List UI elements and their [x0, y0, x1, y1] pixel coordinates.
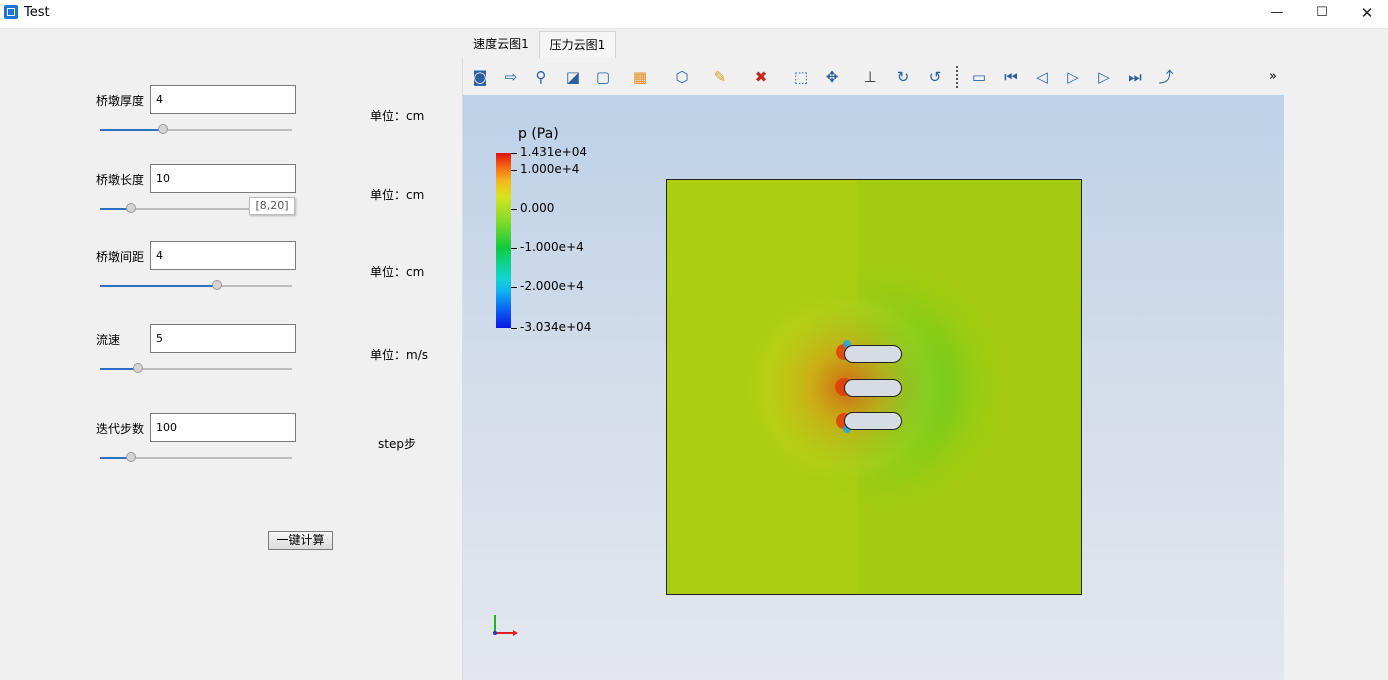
render-area[interactable]: p (Pa) 1.431e+04 1.000e+4 0.000 -1.000e+…	[463, 95, 1284, 680]
orientation-axes-icon	[491, 611, 521, 637]
rotate-ccw-icon[interactable]: ↺	[924, 66, 946, 88]
legend-label: -2.000e+4	[520, 279, 584, 293]
loop-icon[interactable]: ⤴	[1155, 66, 1177, 88]
pier-thickness-input[interactable]: 4	[150, 85, 296, 114]
ruler-icon[interactable]: ✖	[750, 66, 772, 88]
bridge-pier-2	[844, 379, 902, 397]
representation-icon[interactable]: ▦	[629, 66, 651, 88]
magic-zoom-icon[interactable]: ⚲	[530, 66, 552, 88]
prev-frame-icon[interactable]: ◁	[1031, 66, 1053, 88]
export-icon[interactable]: ⇨	[500, 66, 522, 88]
color-legend-bar	[496, 153, 511, 328]
pier-spacing-unit: 单位：cm	[370, 265, 425, 279]
app-icon	[4, 5, 18, 19]
legend-label: -1.000e+4	[520, 240, 584, 254]
legend-tick	[511, 287, 517, 288]
legend-title: p (Pa)	[518, 126, 559, 142]
legend-tick	[511, 209, 517, 210]
glyph-icon[interactable]: ⬡	[671, 66, 693, 88]
bridge-pier-3	[844, 412, 902, 430]
minimize-button[interactable]: —	[1254, 0, 1300, 28]
close-button[interactable]: ✕	[1344, 0, 1388, 28]
legend-label: 1.431e+04	[520, 145, 588, 159]
slider-handle[interactable]	[126, 452, 136, 462]
legend-tick	[511, 328, 517, 329]
next-frame-icon[interactable]: ▷	[1093, 66, 1115, 88]
flow-velocity-input[interactable]: 5	[150, 324, 296, 353]
slider-handle[interactable]	[158, 124, 168, 134]
compute-button[interactable]: 一键计算	[268, 531, 333, 550]
slider-handle[interactable]	[126, 203, 136, 213]
camera-icon[interactable]: ◙	[469, 66, 491, 88]
window-title: Test	[24, 5, 50, 20]
pier-length-unit: 单位：cm	[370, 188, 425, 202]
flow-velocity-unit: 单位：m/s	[370, 348, 428, 362]
parameter-panel: 桥墩厚度 4 单位：cm 桥墩长度 10 单位：cm 桥墩间距 4 单位：cm …	[0, 29, 460, 680]
iteration-steps-input[interactable]: 100	[150, 413, 296, 442]
pier-length-input[interactable]: 10	[150, 164, 296, 193]
pier-thickness-unit: 单位：cm	[370, 109, 425, 123]
flow-velocity-slider[interactable]	[100, 363, 292, 373]
legend-label: -3.034e+04	[520, 320, 592, 334]
clear-icon[interactable]: ✎	[709, 66, 731, 88]
toolbar-overflow-button[interactable]: »	[1266, 66, 1280, 88]
pier-spacing-slider[interactable]	[100, 280, 292, 290]
video-icon[interactable]: ▭	[968, 66, 990, 88]
iteration-steps-slider[interactable]	[100, 452, 292, 462]
play-icon[interactable]: ▷	[1062, 66, 1084, 88]
zoom-box-icon[interactable]: ⬚	[790, 66, 812, 88]
pier-thickness-label: 桥墩厚度	[96, 94, 145, 108]
zoom-fit-icon[interactable]: ✥	[821, 66, 843, 88]
flow-velocity-label: 流速	[96, 333, 121, 347]
title-bar: Test — ☐ ✕	[0, 0, 1388, 29]
last-frame-icon[interactable]: ⏭	[1124, 66, 1146, 88]
pier-spacing-input[interactable]: 4	[150, 241, 296, 270]
rotate-cw-icon[interactable]: ↻	[892, 66, 914, 88]
iteration-steps-unit: step步	[378, 437, 416, 451]
legend-label: 1.000e+4	[520, 162, 580, 176]
tab-pressure-contour[interactable]: 压力云图1	[539, 31, 616, 58]
slider-range-tooltip: [8,20]	[249, 197, 295, 215]
slider-handle[interactable]	[212, 280, 222, 290]
view-toolbar: ◙ ⇨ ⚲ ◪ ▢ ▦ ⬡ ✎ ✖ ⬚ ✥ ⊥ ↻ ↺ ▭ ⏮ ◁ ▷ ▷ ⏭ …	[463, 58, 1284, 94]
iteration-steps-label: 迭代步数	[96, 422, 145, 436]
reset-view-icon[interactable]: ◪	[562, 66, 584, 88]
slider-fill	[100, 285, 217, 287]
toolbar-separator	[956, 66, 959, 88]
tab-velocity-contour[interactable]: 速度云图1	[463, 31, 539, 58]
frame-icon[interactable]: ▢	[592, 66, 614, 88]
legend-tick	[511, 170, 517, 171]
legend-tick	[511, 248, 517, 249]
render-viewer: ◙ ⇨ ⚲ ◪ ▢ ▦ ⬡ ✎ ✖ ⬚ ✥ ⊥ ↻ ↺ ▭ ⏮ ◁ ▷ ▷ ⏭ …	[462, 58, 1284, 680]
pier-length-label: 桥墩长度	[96, 173, 145, 187]
first-frame-icon[interactable]: ⏮	[1000, 66, 1022, 88]
bridge-pier-1	[844, 345, 902, 363]
pier-thickness-slider[interactable]	[100, 124, 292, 134]
legend-tick	[511, 153, 517, 154]
legend-label: 0.000	[520, 201, 555, 215]
slider-fill	[100, 129, 163, 131]
slider-handle[interactable]	[133, 363, 143, 373]
maximize-button[interactable]: ☐	[1299, 0, 1345, 28]
pier-spacing-label: 桥墩间距	[96, 250, 145, 264]
axes-icon[interactable]: ⊥	[859, 66, 881, 88]
